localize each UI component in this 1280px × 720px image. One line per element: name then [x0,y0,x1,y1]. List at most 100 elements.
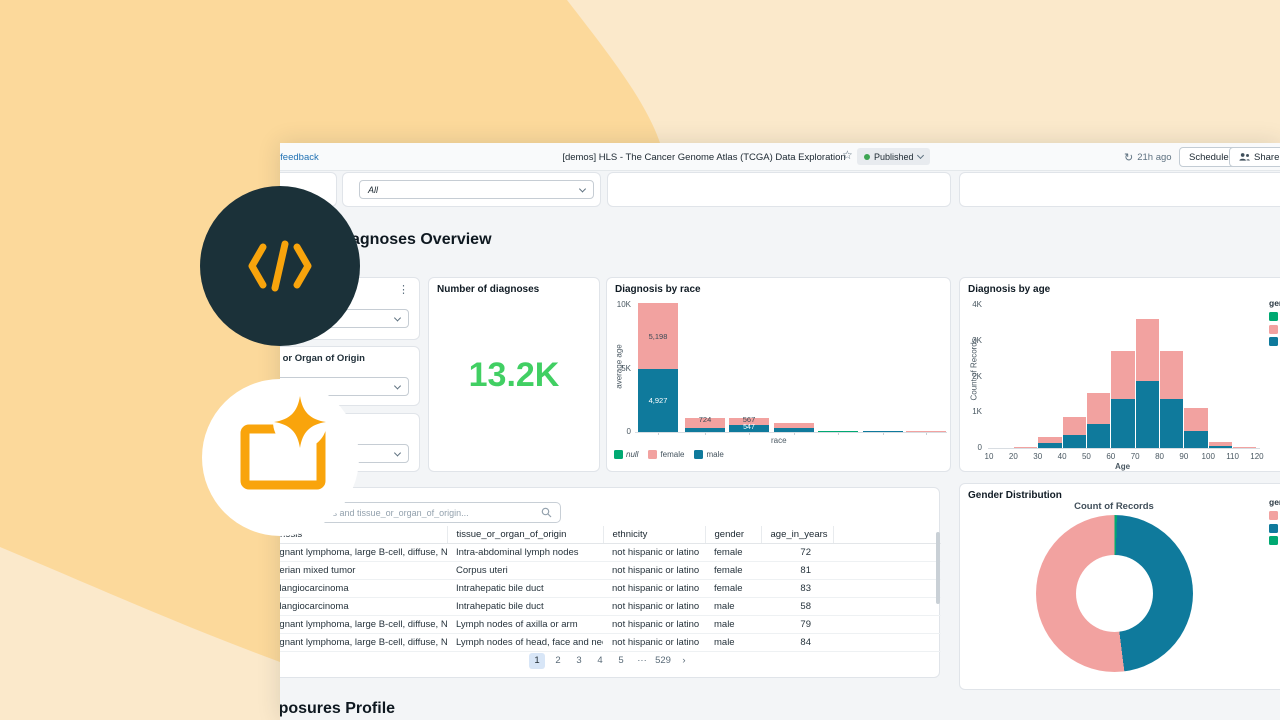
race-y-tick: 10K [607,300,631,309]
counter-title: Number of diagnoses [437,284,539,295]
page-button[interactable]: 5 [613,653,629,669]
gender-chart-title: Gender Distribution [968,490,1062,501]
hist-segment-female [1209,442,1232,447]
hist-segment-male [1111,399,1134,448]
table-cell: Corpus uteri [447,561,603,579]
code-icon [247,240,313,292]
filter-card-all: All [342,172,601,207]
table-cell: male [705,615,761,633]
table-column-header [833,526,941,543]
table-cell [833,633,941,651]
share-button[interactable]: Share [1229,147,1280,167]
bar-value-label: 547 [729,424,769,431]
age-y-tick: 3K [960,336,982,345]
page-button[interactable]: 4 [592,653,608,669]
legend-item: null [1269,536,1280,545]
hist-segment-female [1184,408,1207,431]
legend-item: male [694,450,723,459]
table-cell: female [705,579,761,597]
gender-legend: gender femalemalenull [1269,497,1280,549]
next-page-button[interactable]: › [676,653,692,669]
page-button[interactable]: 3 [571,653,587,669]
table-cell: Lymph nodes of axilla or arm [447,615,603,633]
legend-item: female [1269,511,1280,520]
table-cell: 79 [761,615,833,633]
chevron-down-icon [394,449,401,456]
donut-hole [1076,555,1153,632]
table-cell: Malignant lymphoma, large B-cell, diffus… [280,543,447,561]
race-legend: null female male [614,450,724,459]
table-column-header: tissue_or_organ_of_origin [447,526,603,543]
export-badge [202,379,359,536]
age-y-tick: 0 [960,443,982,452]
page-button[interactable]: 1 [529,653,545,669]
table-header-row: diagnosistissue_or_organ_of_originethnic… [280,526,941,543]
hist-segment-female [1063,417,1086,436]
counter-card: Number of diagnoses 13.2K [428,277,600,472]
table-row: CholangiocarcinomaIntrahepatic bile duct… [280,579,941,597]
table-cell: 83 [761,579,833,597]
bar-value-label: 5,198 [638,332,678,341]
hist-segment-male [1160,399,1183,448]
race-chart-card: Diagnosis by race average age 05K10K4,92… [606,277,951,472]
legend-swatch [1269,524,1278,533]
table-cell: 84 [761,633,833,651]
filter-card-2 [607,172,951,207]
last-refresh[interactable]: ↻ 21h ago [1124,151,1172,164]
table-row: CholangiocarcinomaIntrahepatic bile duct… [280,597,941,615]
table-row: Mullerian mixed tumorCorpus uterinot his… [280,561,941,579]
legend-swatch [1269,325,1278,334]
section-title-overview: Diagnoses Overview [335,231,492,249]
page-button[interactable]: 2 [550,653,566,669]
published-label: Published [874,152,914,162]
race-x-axis-label: race [771,436,787,445]
legend-item: male [1269,524,1280,533]
legend-swatch [1269,312,1278,321]
table-cell: Intra-abdominal lymph nodes [447,543,603,561]
table-cell: Intrahepatic bile duct [447,579,603,597]
refresh-icon: ↻ [1124,151,1133,164]
table-cell: Mullerian mixed tumor [280,561,447,579]
age-x-tick: 90 [1174,452,1194,461]
hist-segment-female [1136,319,1159,381]
favorite-star-icon[interactable]: ☆ [842,149,853,161]
hist-segment-female [1160,351,1183,399]
table-cell: not hispanic or latino [603,615,705,633]
legend-item: male [1269,337,1280,346]
table-column-header: gender [705,526,761,543]
age-x-tick: 80 [1150,452,1170,461]
legend-swatch [648,450,657,459]
table-cell: Cholangiocarcinoma [280,597,447,615]
hist-segment-male [1184,431,1207,448]
bar-value-label: 4,927 [638,396,678,405]
bar-value-label: 567 [729,415,769,424]
page-button[interactable]: ··· [634,653,650,669]
table-cell [833,597,941,615]
legend-item: null [614,450,638,459]
published-status-dropdown[interactable]: Published [857,148,930,165]
legend-item: female [648,450,684,459]
table-scrollbar[interactable] [936,532,940,604]
age-x-tick: 10 [979,452,999,461]
legend-swatch [1269,536,1278,545]
table-cell: 81 [761,561,833,579]
table-row: Malignant lymphoma, large B-cell, diffus… [280,543,941,561]
pagination: 12345 ··· 529 › [529,653,692,669]
age-x-tick: 70 [1125,452,1145,461]
age-x-tick: 20 [1003,452,1023,461]
gender-donut [1036,515,1193,672]
table-column-header: ethnicity [603,526,705,543]
table-cell: not hispanic or latino [603,543,705,561]
hist-segment-female [1038,437,1061,443]
kebab-menu-icon[interactable]: ⋮ [398,285,409,296]
chevron-down-icon [916,151,923,158]
hist-segment-male [1063,435,1086,448]
filter-dropdown-all[interactable]: All [359,180,594,199]
table-cell: Cholangiocarcinoma [280,579,447,597]
bar-segment-female [774,423,814,428]
table-cell: Malignant lymphoma, large B-cell, diffus… [280,615,447,633]
filter-label-tissue: Tissue or Organ of Origin [280,353,365,364]
age-x-tick: 120 [1247,452,1267,461]
page-button[interactable]: 529 [655,653,671,669]
feedback-link[interactable]: Give feedback [280,152,319,163]
